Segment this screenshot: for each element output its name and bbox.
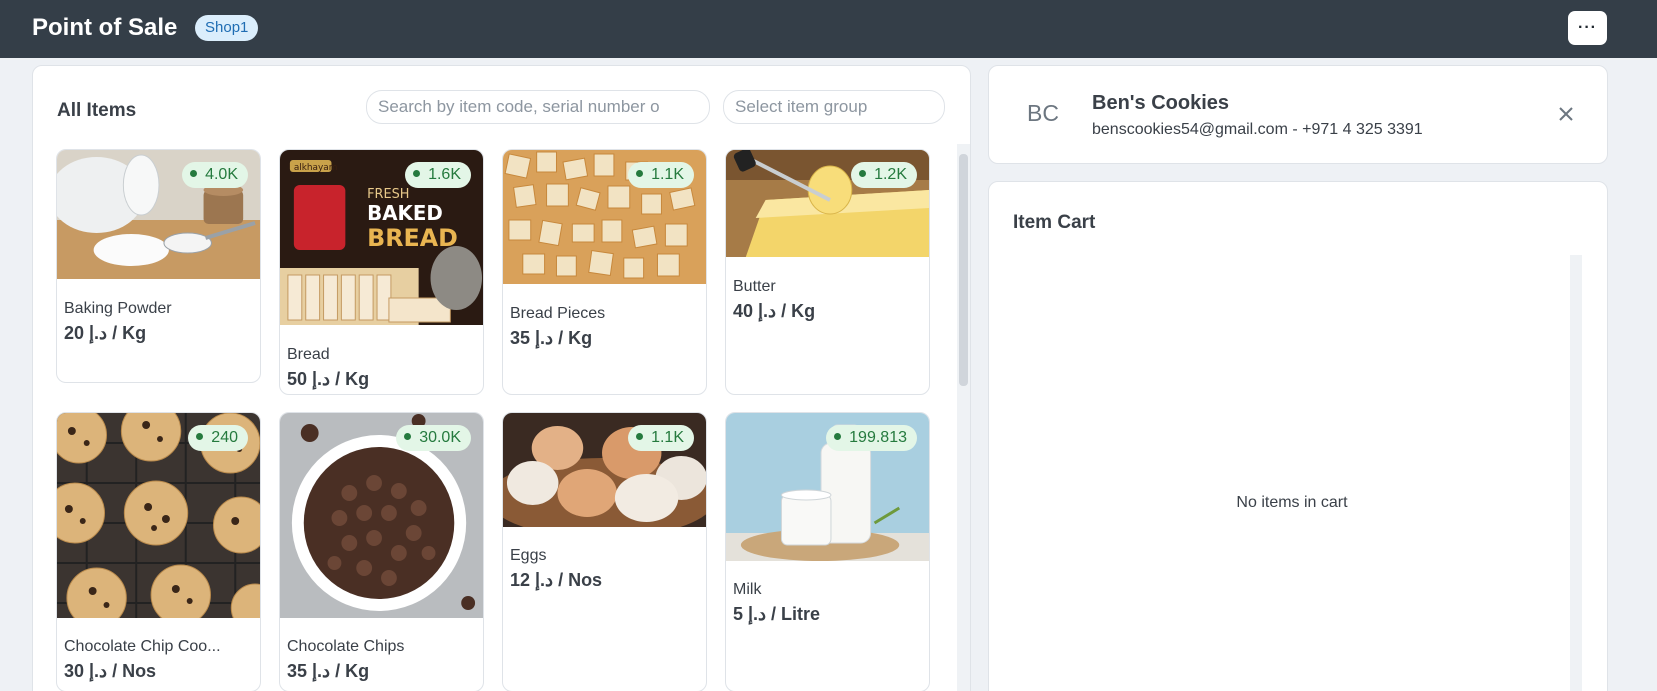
item-name: Baking Powder bbox=[64, 300, 172, 317]
bread-bread-text: BREAD bbox=[367, 224, 458, 252]
customer-contact: benscookies54@gmail.com - +971 4 325 339… bbox=[1092, 121, 1423, 138]
item-name: Bread Pieces bbox=[510, 305, 606, 322]
stock-dot-icon bbox=[196, 433, 204, 440]
item-group-select[interactable] bbox=[723, 90, 945, 124]
item-price: 20 د.إ / Kg bbox=[64, 323, 147, 343]
customer-avatar: BC bbox=[1027, 100, 1059, 126]
item-price: 30 د.إ / Nos bbox=[64, 661, 157, 681]
more-menu-button[interactable]: ··· bbox=[1568, 11, 1607, 45]
customer-panel: BC Ben's Cookies benscookies54@gmail.com… bbox=[988, 65, 1608, 164]
items-panel-title: All Items bbox=[57, 100, 137, 121]
item-name: Milk bbox=[733, 581, 762, 598]
stock-badge: 1.1K bbox=[628, 162, 694, 188]
stock-badge: 1.6K bbox=[405, 162, 471, 188]
items-scrollbar[interactable] bbox=[957, 144, 970, 691]
item-card-milk[interactable]: 199.813 Milk 5 د.إ / Litre bbox=[725, 412, 930, 691]
item-name: Butter bbox=[733, 278, 776, 295]
shop-badge[interactable]: Shop1 bbox=[195, 15, 259, 41]
item-name: Chocolate Chips bbox=[287, 638, 405, 655]
item-card-chocolate-chips[interactable]: 30.0K Chocolate Chips 35 د.إ / Kg bbox=[279, 412, 484, 691]
item-name: Eggs bbox=[510, 547, 547, 564]
stock-dot-icon bbox=[636, 170, 644, 177]
stock-badge: 1.1K bbox=[628, 425, 694, 451]
bread-fresh-text: FRESH bbox=[367, 187, 409, 202]
items-panel: All Items 4.0K Baking Powder 20 د.إ / Kg bbox=[32, 65, 971, 691]
stock-dot-icon bbox=[190, 170, 198, 177]
search-input[interactable] bbox=[366, 90, 710, 124]
stock-badge: 240 bbox=[188, 425, 248, 451]
more-icon: ··· bbox=[1578, 19, 1597, 36]
item-card-cookies[interactable]: 240 Chocolate Chip Coo... 30 د.إ / Nos bbox=[56, 412, 261, 691]
stock-dot-icon bbox=[859, 170, 867, 177]
cart-title: Item Cart bbox=[1013, 212, 1096, 233]
cart-empty-message: No items in cart bbox=[1236, 494, 1348, 511]
stock-dot-icon bbox=[413, 170, 421, 177]
item-card-eggs[interactable]: 1.1K Eggs 12 د.إ / Nos bbox=[502, 412, 707, 691]
items-scrollbar-thumb[interactable] bbox=[959, 154, 968, 386]
cart-panel: Item Cart No items in cart bbox=[988, 181, 1608, 691]
item-name: Chocolate Chip Coo... bbox=[64, 638, 221, 655]
item-price: 40 د.إ / Kg bbox=[733, 301, 816, 321]
app-title: Point of Sale bbox=[32, 14, 178, 41]
bread-baked-text: BAKED bbox=[367, 202, 443, 225]
stock-dot-icon bbox=[834, 433, 842, 440]
stock-badge: 30.0K bbox=[396, 425, 471, 451]
top-bar: Point of Sale Shop1 ··· bbox=[0, 0, 1657, 58]
item-card-bread[interactable]: alkhayam FRESH BAKED BREAD 1.6K Bread 50… bbox=[279, 149, 484, 395]
stock-badge: 199.813 bbox=[826, 425, 917, 451]
stock-badge: 1.2K bbox=[851, 162, 917, 188]
stock-badge: 4.0K bbox=[182, 162, 248, 188]
customer-name: Ben's Cookies bbox=[1092, 92, 1230, 114]
item-card-butter[interactable]: 1.2K Butter 40 د.إ / Kg bbox=[725, 149, 930, 395]
item-card-baking-powder[interactable]: 4.0K Baking Powder 20 د.إ / Kg bbox=[56, 149, 261, 383]
remove-customer-button[interactable] bbox=[1551, 99, 1581, 129]
item-price: 5 د.إ / Litre bbox=[733, 604, 821, 624]
item-name: Bread bbox=[287, 346, 330, 363]
bread-brand-text: alkhayam bbox=[294, 163, 338, 173]
close-icon bbox=[1559, 107, 1573, 121]
cart-scrollbar[interactable] bbox=[1570, 255, 1582, 691]
item-price: 35 د.إ / Kg bbox=[287, 661, 370, 681]
item-price: 12 د.إ / Nos bbox=[510, 570, 603, 590]
item-card-bread-pieces[interactable]: 1.1K Bread Pieces 35 د.إ / Kg bbox=[502, 149, 707, 395]
stock-dot-icon bbox=[636, 433, 644, 440]
item-price: 35 د.إ / Kg bbox=[510, 328, 593, 348]
stock-dot-icon bbox=[404, 433, 412, 440]
item-price: 50 د.إ / Kg bbox=[287, 369, 370, 389]
